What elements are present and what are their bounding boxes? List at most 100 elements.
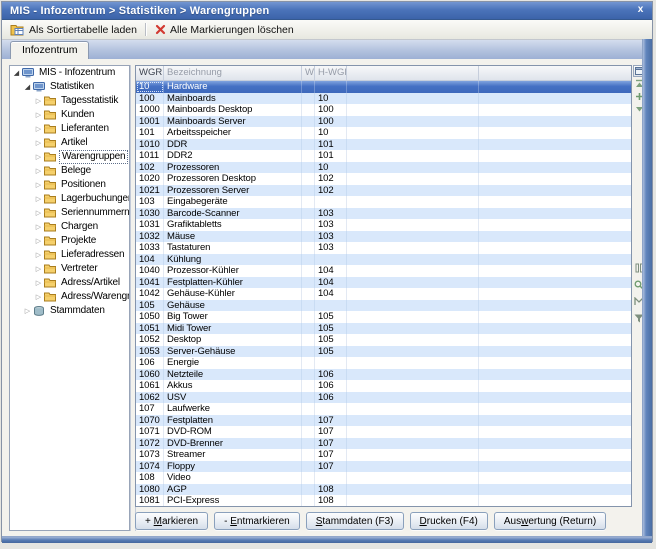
table-row[interactable]: 106Energie (136, 357, 631, 369)
table-row[interactable]: 1050Big Tower105 (136, 311, 631, 323)
table-row[interactable]: 102Prozessoren10 (136, 162, 631, 174)
tree-item-tagesstatistik[interactable]: ▷Tagesstatistik (10, 94, 129, 108)
table-row[interactable]: 1081PCI-Express108 (136, 495, 631, 507)
collapse-arrow-icon[interactable]: ◢ (12, 69, 21, 77)
tree-item-stammdaten[interactable]: ▷Stammdaten (10, 304, 129, 318)
column-header-wgr[interactable]: WGR▼ (136, 66, 164, 80)
cell-bez: Mäuse (164, 231, 302, 243)
table-row[interactable]: 1000Mainboards Desktop100 (136, 104, 631, 116)
table-row[interactable]: 1052Desktop105 (136, 334, 631, 346)
table-row[interactable]: 1040Prozessor-Kühler104 (136, 265, 631, 277)
table-row[interactable]: 1041Festplatten-Kühler104 (136, 277, 631, 289)
table-row[interactable]: 1020Prozessoren Desktop102 (136, 173, 631, 185)
tree-item-warengruppen[interactable]: ▷Warengruppen (10, 150, 129, 164)
folder-icon (44, 278, 56, 288)
clear-marks-button[interactable]: Alle Markierungen löschen (151, 21, 298, 38)
table-row[interactable]: 1033Tastaturen103 (136, 242, 631, 254)
expand-arrow-icon[interactable]: ▷ (34, 293, 43, 301)
stammdaten-button[interactable]: Stammdaten (F3) (306, 512, 404, 530)
table-row[interactable]: 1031Grafiktabletts103 (136, 219, 631, 231)
tree-item-adress-artikel[interactable]: ▷Adress/Artikel (10, 276, 129, 290)
cell-bez: Video (164, 472, 302, 484)
table-row[interactable]: 1062USV106 (136, 392, 631, 404)
tree-item-vertreter[interactable]: ▷Vertreter (10, 262, 129, 276)
column-header-hwgr[interactable]: H-WGR (315, 66, 347, 80)
table-row[interactable]: 1030Barcode-Scanner103 (136, 208, 631, 220)
expand-arrow-icon[interactable]: ▷ (23, 307, 32, 315)
collapse-arrow-icon[interactable]: ◢ (23, 83, 32, 91)
table-row[interactable]: 1042Gehäuse-Kühler104 (136, 288, 631, 300)
table-row[interactable]: 1021Prozessoren Server102 (136, 185, 631, 197)
table-row[interactable]: 105Gehäuse (136, 300, 631, 312)
tree-item-kunden[interactable]: ▷Kunden (10, 108, 129, 122)
expand-arrow-icon[interactable]: ▷ (34, 237, 43, 245)
table-row[interactable]: 1071DVD-ROM107 (136, 426, 631, 438)
table-row[interactable]: 1060Netzteile106 (136, 369, 631, 381)
table-row[interactable]: 10Hardware (136, 81, 631, 93)
tree-item-seriennummern[interactable]: ▷Seriennummern (10, 206, 129, 220)
drucken-button[interactable]: Drucken (F4) (410, 512, 488, 530)
cell-w (302, 311, 315, 323)
table-row[interactable]: 104Kühlung (136, 254, 631, 266)
folder-icon (44, 264, 56, 274)
expand-arrow-icon[interactable]: ▷ (34, 181, 43, 189)
expand-arrow-icon[interactable]: ▷ (34, 265, 43, 273)
tree-item-lieferadressen[interactable]: ▷Lieferadressen (10, 248, 129, 262)
button-text: Aus (504, 516, 521, 527)
cell-w (302, 139, 315, 151)
expand-arrow-icon[interactable]: ▷ (34, 153, 43, 161)
expand-arrow-icon[interactable]: ▷ (34, 167, 43, 175)
mark-rows-button[interactable]: + Markieren (135, 512, 208, 530)
table-row[interactable]: 1080AGP108 (136, 484, 631, 496)
expand-arrow-icon[interactable]: ▷ (34, 97, 43, 105)
cell-w (302, 196, 315, 208)
table-row[interactable]: 1011DDR2101 (136, 150, 631, 162)
table-row[interactable]: 1001Mainboards Server100 (136, 116, 631, 128)
tree-item-positionen[interactable]: ▷Positionen (10, 178, 129, 192)
table-row[interactable]: 100Mainboards10 (136, 93, 631, 105)
tree-item-statistiken[interactable]: ◢Statistiken (10, 80, 129, 94)
tab-infozentrum[interactable]: Infozentrum (10, 41, 89, 59)
expand-arrow-icon[interactable]: ▷ (34, 209, 43, 217)
tree-item-adress-warengruppen[interactable]: ▷Adress/Warengruppen (10, 290, 129, 304)
table-row[interactable]: 1051Midi Tower105 (136, 323, 631, 335)
table-row[interactable]: 1070Festplatten107 (136, 415, 631, 427)
tree-item-lieferanten[interactable]: ▷Lieferanten (10, 122, 129, 136)
cell-w (302, 484, 315, 496)
table-row[interactable]: 1074Floppy107 (136, 461, 631, 473)
table-row[interactable]: 1073Streamer107 (136, 449, 631, 461)
table-row[interactable]: 1072DVD-Brenner107 (136, 438, 631, 450)
tree-item-artikel[interactable]: ▷Artikel (10, 136, 129, 150)
cell-hwgr: 107 (315, 438, 347, 450)
table-row[interactable]: 108Video (136, 472, 631, 484)
unmark-rows-button[interactable]: - Entmarkieren (214, 512, 300, 530)
close-button[interactable]: x (633, 4, 648, 17)
table-row[interactable]: 1053Server-Gehäuse105 (136, 346, 631, 358)
expand-arrow-icon[interactable]: ▷ (34, 139, 43, 147)
cell-filler (347, 150, 479, 162)
table-row[interactable]: 1032Mäuse103 (136, 231, 631, 243)
tree-item-chargen[interactable]: ▷Chargen (10, 220, 129, 234)
cell-bez: DVD-ROM (164, 426, 302, 438)
auswertung-button[interactable]: Auswertung (Return) (494, 512, 606, 530)
column-header-w[interactable]: W (302, 66, 315, 80)
expand-arrow-icon[interactable]: ▷ (34, 111, 43, 119)
table-row[interactable]: 107Laufwerke (136, 403, 631, 415)
expand-arrow-icon[interactable]: ▷ (34, 195, 43, 203)
expand-arrow-icon[interactable]: ▷ (34, 251, 43, 259)
tree-item-lagerbuchungen[interactable]: ▷Lagerbuchungen (10, 192, 129, 206)
column-header-bez[interactable]: Bezeichnung (164, 66, 302, 80)
cell-hwgr: 100 (315, 104, 347, 116)
expand-arrow-icon[interactable]: ▷ (34, 223, 43, 231)
table-row[interactable]: 101Arbeitsspeicher10 (136, 127, 631, 139)
expand-arrow-icon[interactable]: ▷ (34, 125, 43, 133)
table-row[interactable]: 1061Akkus106 (136, 380, 631, 392)
load-sort-table-button[interactable]: Als Sortiertabelle laden (6, 21, 141, 38)
tree-item-projekte[interactable]: ▷Projekte (10, 234, 129, 248)
tree-item-mis-infozentrum[interactable]: ◢MIS - Infozentrum (10, 66, 129, 80)
table-row[interactable]: 1010DDR101 (136, 139, 631, 151)
table-row[interactable]: 103Eingabegeräte (136, 196, 631, 208)
tree-item-belege[interactable]: ▷Belege (10, 164, 129, 178)
expand-arrow-icon[interactable]: ▷ (34, 279, 43, 287)
folder-icon (44, 194, 56, 204)
